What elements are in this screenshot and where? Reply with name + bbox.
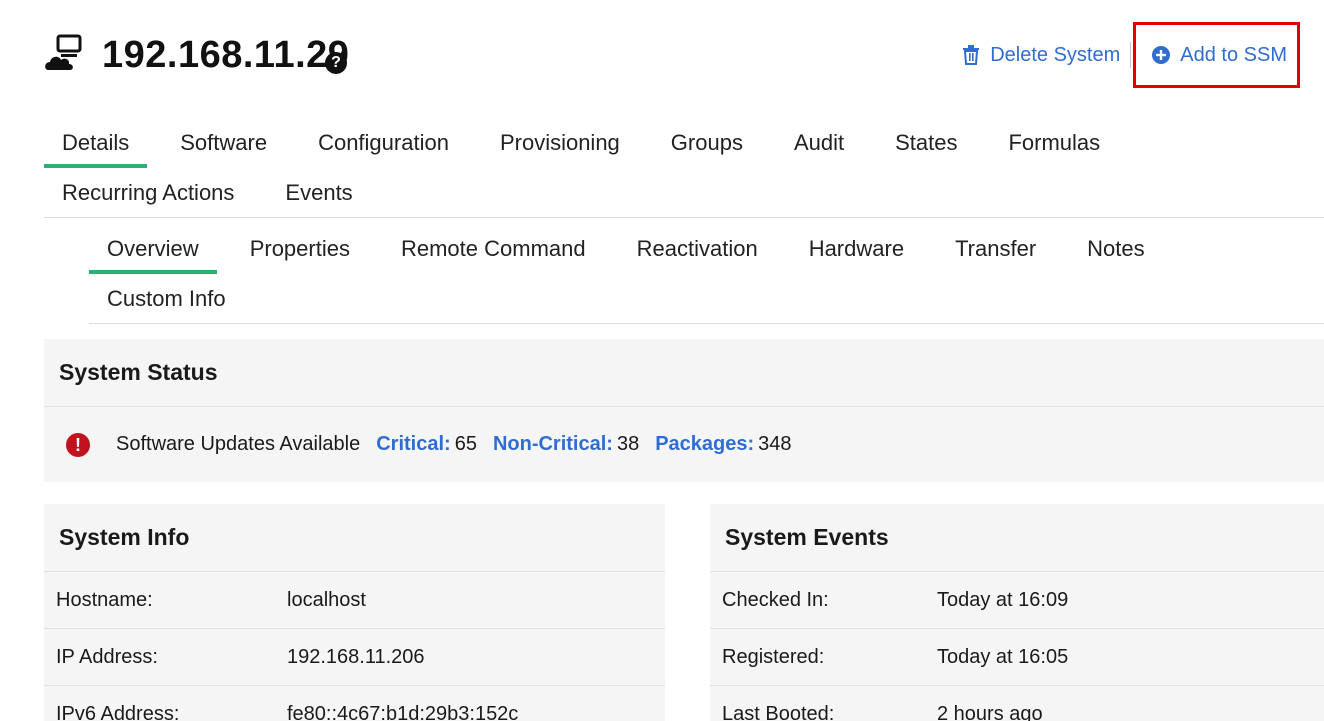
add-to-ssm-button[interactable]: Add to SSM: [1133, 22, 1300, 88]
sub-tabs: Overview Properties Remote Command React…: [89, 224, 1324, 324]
software-updates-row: ! Software Updates Available Critical: 6…: [44, 407, 1324, 482]
subtab-hardware[interactable]: Hardware: [791, 224, 922, 274]
system-info-panel: System Info Hostname: localhost IP Addre…: [44, 504, 665, 721]
subtab-transfer[interactable]: Transfer: [937, 224, 1054, 274]
main-tabs-row-1: Details Software Configuration Provision…: [44, 118, 1133, 168]
system-info-heading: System Info: [44, 504, 665, 572]
subtab-reactivation[interactable]: Reactivation: [619, 224, 776, 274]
event-row-checked-in: Checked In: Today at 16:09: [710, 572, 1324, 629]
header-actions: Delete System Add to SSM: [962, 22, 1300, 88]
event-key: Last Booted:: [722, 702, 835, 721]
software-updates-label: Software Updates Available: [116, 433, 361, 455]
info-row-hostname: Hostname: localhost: [44, 572, 665, 629]
tab-configuration[interactable]: Configuration: [300, 118, 467, 168]
tab-software[interactable]: Software: [162, 118, 285, 168]
subtab-overview[interactable]: Overview: [89, 224, 217, 274]
tab-states[interactable]: States: [877, 118, 975, 168]
system-events-panel: System Events Checked In: Today at 16:09…: [710, 504, 1324, 721]
main-tabs: Details Software Configuration Provision…: [44, 118, 1324, 218]
tab-recurring-actions[interactable]: Recurring Actions: [44, 168, 252, 218]
event-value: Today at 16:09: [937, 588, 1069, 611]
system-status-panel: System Status ! Software Updates Availab…: [44, 339, 1324, 482]
packages-link[interactable]: Packages:: [655, 433, 754, 456]
main-tabs-row-2: Recurring Actions Events: [44, 168, 386, 218]
info-value: fe80::4c67:b1d:29b3:152c: [287, 702, 519, 721]
add-to-ssm-label: Add to SSM: [1180, 43, 1287, 66]
event-value: 2 hours ago: [937, 702, 1043, 721]
tab-audit[interactable]: Audit: [776, 118, 862, 168]
action-separator: [1130, 42, 1132, 68]
critical-count: 65: [454, 433, 477, 455]
info-row-ipv6-address: IPv6 Address: fe80::4c67:b1d:29b3:152c: [44, 686, 665, 721]
sub-tabs-row-2: Custom Info: [89, 274, 259, 324]
info-key: Hostname:: [56, 588, 153, 611]
info-value: localhost: [287, 588, 366, 611]
tab-events[interactable]: Events: [267, 168, 370, 218]
system-events-heading: System Events: [710, 504, 1324, 572]
delete-system-label: Delete System: [990, 43, 1121, 66]
trash-icon: [963, 45, 980, 65]
tab-formulas[interactable]: Formulas: [990, 118, 1118, 168]
tab-groups[interactable]: Groups: [653, 118, 761, 168]
help-icon[interactable]: ?: [325, 52, 347, 74]
subtab-properties[interactable]: Properties: [232, 224, 368, 274]
system-status-heading: System Status: [44, 339, 1324, 407]
noncritical-link[interactable]: Non-Critical:: [493, 433, 613, 456]
error-icon: !: [66, 432, 90, 457]
info-row-ip-address: IP Address: 192.168.11.206: [44, 629, 665, 686]
plus-circle-icon: [1152, 46, 1171, 64]
tab-provisioning[interactable]: Provisioning: [482, 118, 638, 168]
system-icon: [45, 34, 82, 70]
event-value: Today at 16:05: [937, 645, 1069, 668]
delete-system-button[interactable]: Delete System: [962, 44, 1120, 67]
info-key: IP Address:: [56, 645, 158, 668]
noncritical-count: 38: [616, 433, 640, 455]
info-value: 192.168.11.206: [287, 645, 425, 668]
info-key: IPv6 Address:: [56, 702, 180, 721]
event-row-registered: Registered: Today at 16:05: [710, 629, 1324, 686]
subtab-custom-info[interactable]: Custom Info: [89, 274, 244, 324]
packages-count: 348: [758, 433, 792, 455]
event-key: Registered:: [722, 645, 825, 668]
tab-details[interactable]: Details: [44, 118, 148, 168]
page-header: 192.168.11.29 ? Delete System Add to SSM: [44, 22, 1324, 90]
event-row-last-booted: Last Booted: 2 hours ago: [710, 686, 1324, 721]
page-title: 192.168.11.29: [102, 34, 350, 76]
critical-link[interactable]: Critical:: [376, 433, 450, 456]
event-key: Checked In:: [722, 588, 829, 611]
subtab-notes[interactable]: Notes: [1069, 224, 1162, 274]
sub-tabs-row-1: Overview Properties Remote Command React…: [89, 224, 1178, 274]
subtab-remote-command[interactable]: Remote Command: [383, 224, 604, 274]
